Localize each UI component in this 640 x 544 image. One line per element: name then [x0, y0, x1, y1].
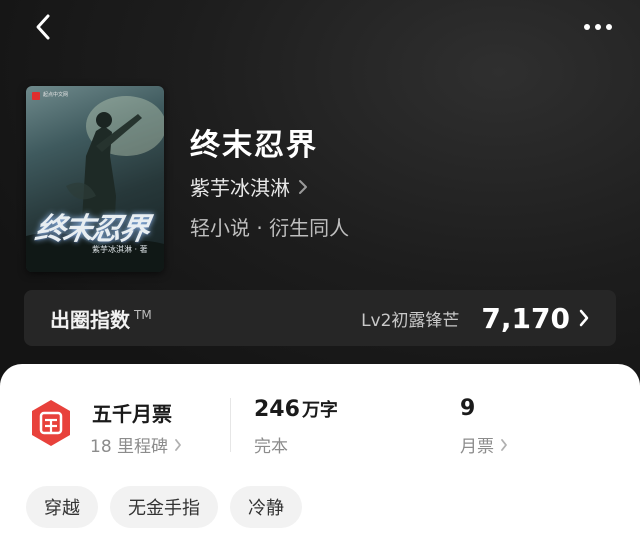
more-dots-icon — [584, 24, 612, 30]
vote-count: 9 — [460, 396, 476, 421]
word-count-value: 246 — [254, 397, 300, 422]
cover-author: 紫芋冰淇淋 · 著 — [92, 245, 148, 254]
ticket-icon — [32, 400, 70, 446]
monthly-ticket-title: 五千月票 — [92, 402, 172, 426]
cover-title: 终末忍界 — [32, 212, 151, 247]
back-button[interactable] — [26, 10, 60, 44]
tag-list: 穿越 无金手指 冷静 — [26, 486, 302, 528]
popularity-index-bar[interactable]: 出圈指数 TM Lv2初露锋芒 7,170 — [24, 290, 616, 346]
index-level: Lv2初露锋芒 — [361, 310, 460, 331]
tag-chip[interactable]: 穿越 — [26, 486, 98, 528]
tag-chip[interactable]: 冷静 — [230, 486, 302, 528]
votes-link[interactable]: 月票 — [460, 432, 508, 457]
word-count: 246 万字 — [254, 396, 338, 422]
milestones-label: 18 里程碑 — [90, 437, 169, 457]
author-name: 紫芋冰淇淋 — [190, 176, 290, 200]
index-label-wrap: 出圈指数 TM — [50, 304, 152, 333]
index-value: 7,170 — [481, 301, 570, 335]
publisher-badge-text: 起点中文网 — [43, 92, 69, 98]
votes-label: 月票 — [460, 437, 494, 457]
divider — [230, 398, 231, 452]
index-label: 出圈指数 — [50, 307, 130, 332]
milestones-link[interactable]: 18 里程碑 — [90, 432, 182, 457]
author-link[interactable]: 紫芋冰淇淋 — [190, 172, 308, 201]
trademark-mark: TM — [134, 307, 152, 322]
chevron-right-icon — [175, 438, 181, 451]
book-title: 终末忍界 — [190, 128, 318, 163]
completion-status: 完本 — [254, 437, 288, 457]
more-button[interactable] — [578, 10, 618, 44]
publisher-badge-icon — [32, 92, 40, 100]
chevron-right-icon — [579, 309, 589, 327]
chevron-left-icon — [36, 14, 50, 40]
chevron-right-icon — [299, 179, 307, 194]
genre-label: 轻小说 · 衍生同人 — [190, 216, 350, 240]
index-right: Lv2初露锋芒 7,170 — [361, 302, 590, 335]
chevron-right-icon — [501, 438, 507, 451]
tag-chip[interactable]: 无金手指 — [110, 486, 218, 528]
word-count-unit: 万字 — [301, 400, 338, 421]
book-cover[interactable]: 起点中文网 终末忍界 紫芋冰淇淋 · 著 — [26, 86, 164, 272]
